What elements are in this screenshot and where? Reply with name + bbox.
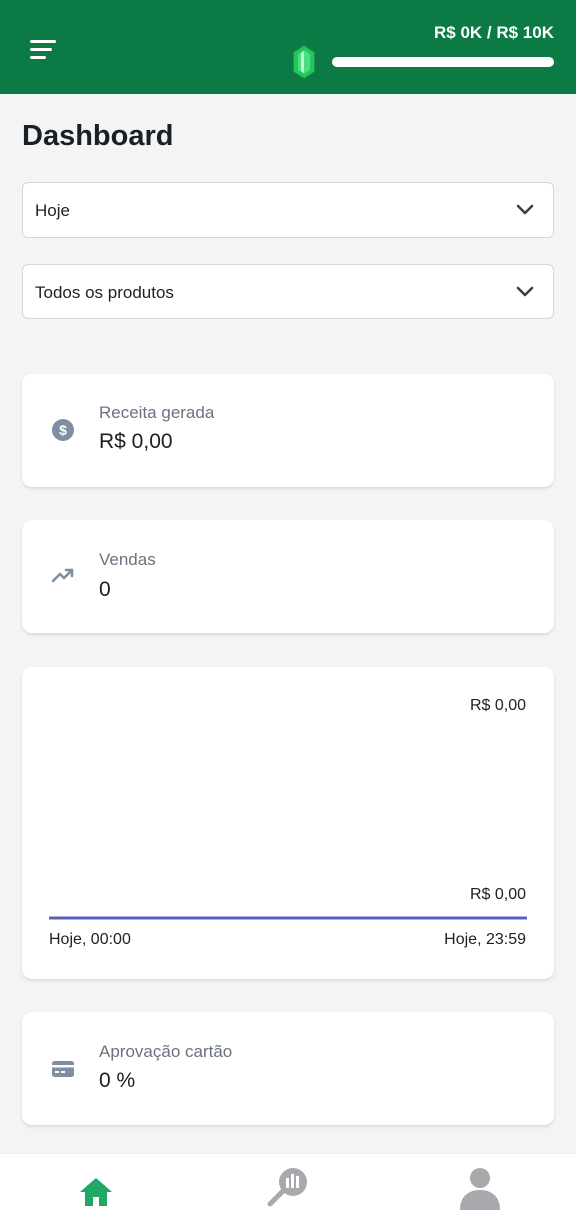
nav-profile[interactable] xyxy=(455,1164,505,1214)
page-title: Dashboard xyxy=(22,120,174,152)
sales-card: Vendas 0 xyxy=(22,520,554,633)
revenue-goal-text: R$ 0K / R$ 10K xyxy=(434,23,554,42)
nav-analytics[interactable] xyxy=(262,1164,312,1214)
revenue-card: $ Receita gerada R$ 0,00 xyxy=(22,374,554,487)
revenue-value: R$ 0,00 xyxy=(99,430,173,453)
revenue-goal-progress-bar xyxy=(332,57,554,67)
nav-home[interactable] xyxy=(71,1164,121,1214)
menu-icon[interactable] xyxy=(30,38,58,62)
card-approval-label: Aprovação cartão xyxy=(99,1042,233,1061)
bottom-navigation xyxy=(0,1153,576,1220)
top-bar: R$ 0K / R$ 10K xyxy=(0,0,576,94)
gem-icon xyxy=(292,44,316,80)
revenue-label: Receita gerada xyxy=(99,403,215,422)
sales-value: 0 xyxy=(99,578,111,601)
chart-x-tick-label: Hoje, 23:59 xyxy=(444,931,526,948)
period-select[interactable]: Hoje xyxy=(22,182,554,238)
product-select[interactable]: Todos os produtos xyxy=(22,264,554,319)
home-icon xyxy=(80,1178,112,1206)
product-select-value: Todos os produtos xyxy=(35,283,174,302)
chart-x-tick-label: Hoje, 00:00 xyxy=(49,931,131,948)
sales-label: Vendas xyxy=(99,550,156,569)
trending-up-icon xyxy=(51,568,74,583)
credit-card-icon xyxy=(52,1061,74,1077)
revenue-chart-card: R$ 0,00 R$ 0,00 Hoje, 00:00 Hoje, 23:59 xyxy=(22,667,554,979)
dollar-coin-icon: $ xyxy=(52,419,74,441)
analytics-search-icon xyxy=(267,1168,307,1207)
revenue-line-chart xyxy=(49,916,527,920)
chevron-down-icon xyxy=(516,286,534,297)
user-icon xyxy=(460,1168,500,1210)
svg-text:$: $ xyxy=(59,422,67,438)
card-approval-value: 0 % xyxy=(99,1069,136,1092)
chart-y-tick-label: R$ 0,00 xyxy=(469,886,526,903)
chart-y-tick-label: R$ 0,00 xyxy=(469,697,526,714)
period-select-value: Hoje xyxy=(35,201,70,220)
card-approval-card: Aprovação cartão 0 % xyxy=(22,1012,554,1125)
chevron-down-icon xyxy=(516,204,534,215)
